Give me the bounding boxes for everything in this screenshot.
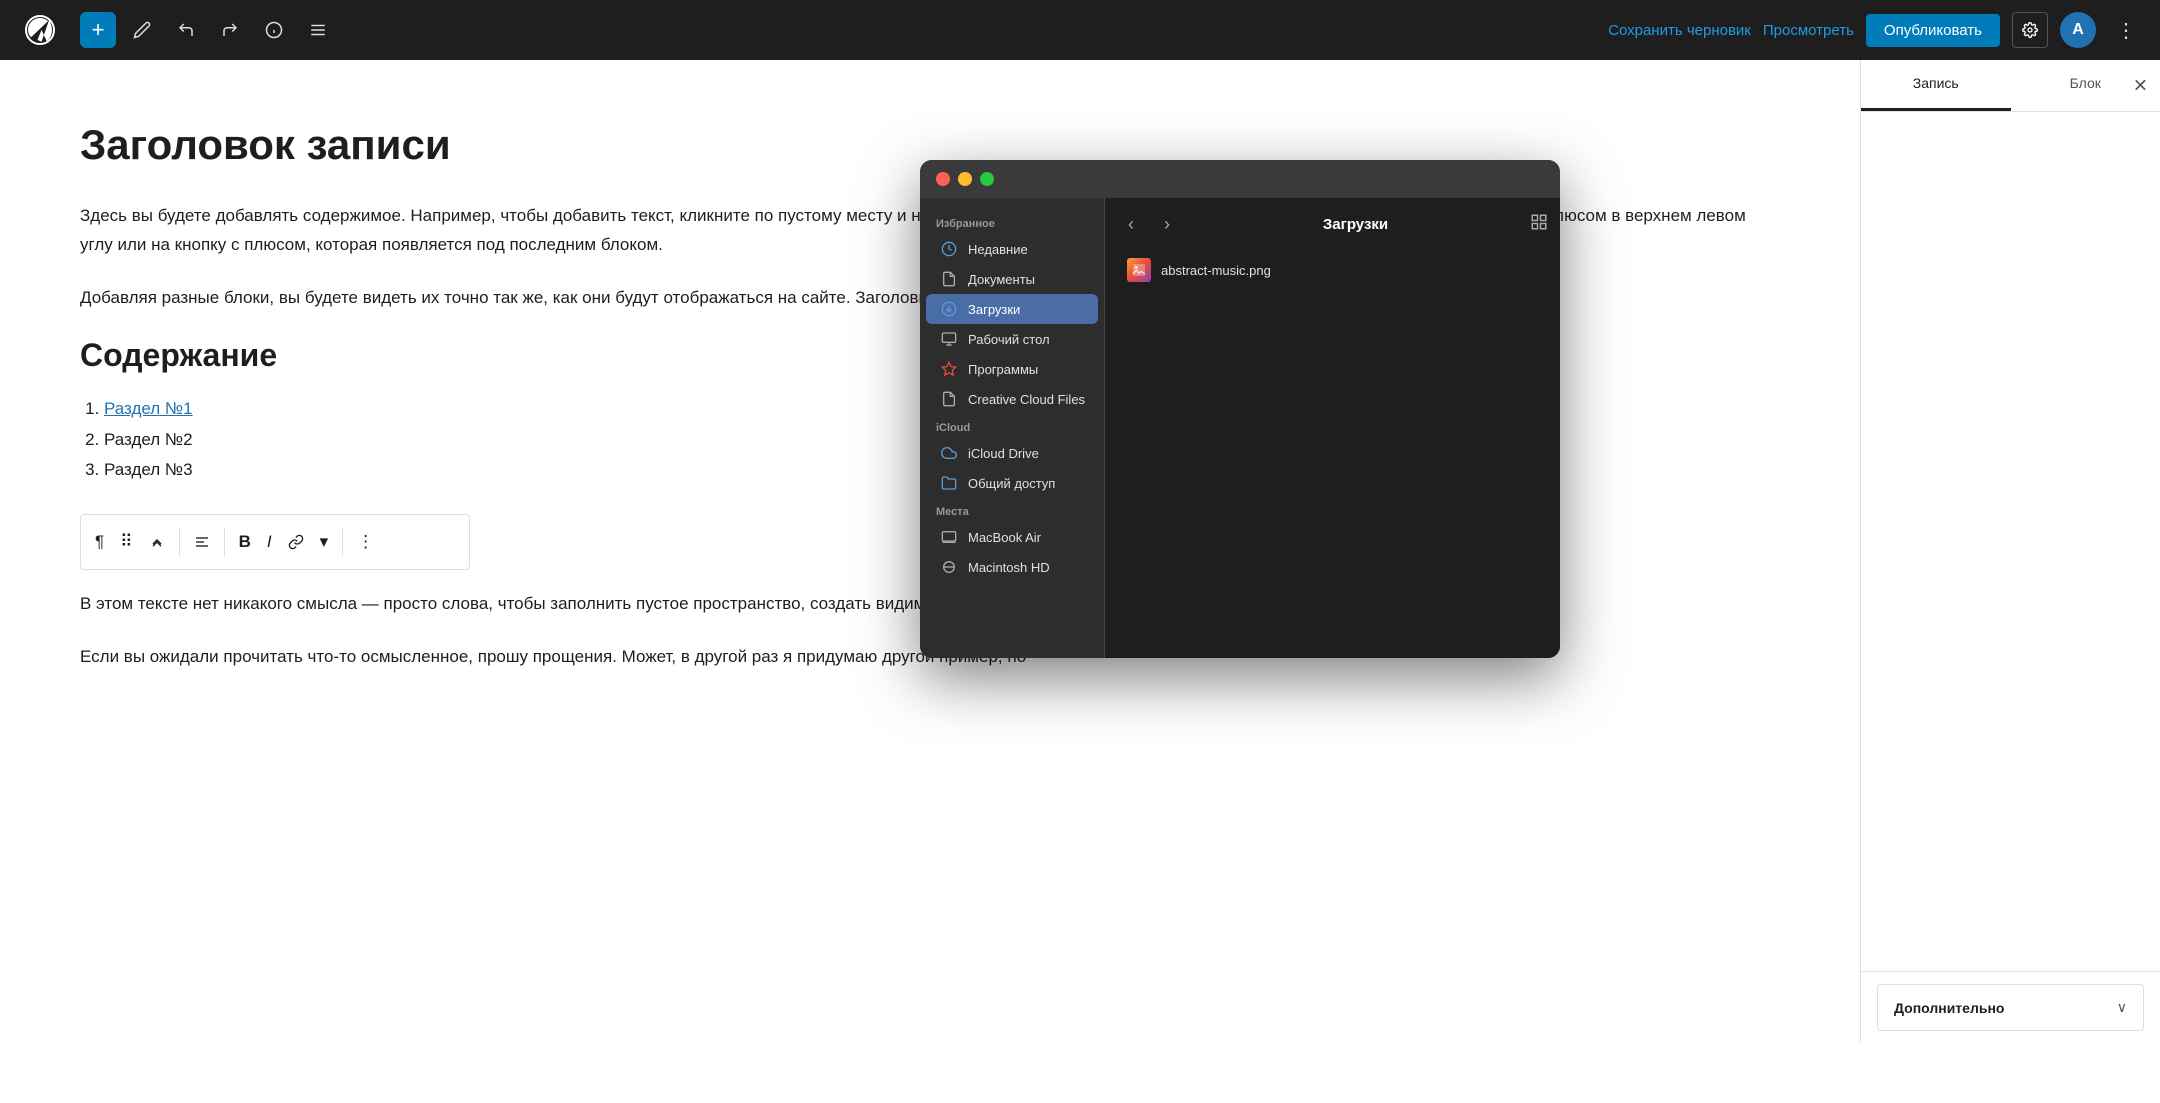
minimize-traffic-light[interactable] bbox=[958, 172, 972, 186]
icloud-drive-icon bbox=[940, 444, 958, 462]
toolbar-divider-1 bbox=[179, 528, 180, 556]
additional-section-header[interactable]: Дополнительно ∨ bbox=[1878, 985, 2143, 1030]
fd-item-macintosh[interactable]: Macintosh HD bbox=[926, 552, 1098, 582]
save-draft-button[interactable]: Сохранить черновик bbox=[1608, 22, 1751, 39]
more-inline-btn[interactable]: ▾ bbox=[314, 526, 335, 558]
additional-chevron-icon: ∨ bbox=[2117, 999, 2127, 1016]
toolbar-divider-3 bbox=[342, 528, 343, 556]
redo-button[interactable] bbox=[212, 12, 248, 48]
fd-shared-label: Общий доступ bbox=[968, 476, 1055, 491]
paragraph-icon-btn[interactable]: ¶ bbox=[89, 526, 110, 558]
fd-creative-cloud-text: Creative Cloud Files bbox=[968, 392, 1085, 407]
fd-desktop-label: Рабочий стол bbox=[968, 332, 1050, 347]
documents-icon bbox=[940, 270, 958, 288]
fd-icloud-drive-label: iCloud Drive bbox=[968, 446, 1039, 461]
fd-downloads-label: Загрузки bbox=[968, 302, 1020, 317]
fd-view-toggle-button[interactable] bbox=[1530, 213, 1548, 236]
fd-file-name: abstract-music.png bbox=[1161, 263, 1271, 278]
close-traffic-light[interactable] bbox=[936, 172, 950, 186]
fd-item-macbook[interactable]: MacBook Air bbox=[926, 522, 1098, 552]
list-view-button[interactable] bbox=[300, 12, 336, 48]
fd-item-shared[interactable]: Общий доступ bbox=[926, 468, 1098, 498]
file-dialog-sidebar: Избранное Недавние bbox=[920, 198, 1105, 658]
file-dialog-titlebar bbox=[920, 160, 1560, 198]
fd-files-list: abstract-music.png bbox=[1117, 250, 1548, 646]
block-toolbar: ¶ ⠿ B I bbox=[80, 514, 470, 570]
fd-back-button[interactable]: ‹ bbox=[1117, 210, 1145, 238]
fd-title: Загрузки bbox=[1189, 216, 1522, 233]
block-options-btn[interactable]: ⋮ bbox=[351, 526, 380, 558]
maximize-traffic-light[interactable] bbox=[980, 172, 994, 186]
fd-item-icloud-drive[interactable]: iCloud Drive bbox=[926, 438, 1098, 468]
additional-section-title: Дополнительно bbox=[1894, 1000, 2004, 1016]
apps-icon bbox=[940, 360, 958, 378]
sidebar-tabs: Запись Блок ✕ bbox=[1861, 60, 2160, 112]
settings-button[interactable] bbox=[2012, 12, 2048, 48]
move-btn[interactable] bbox=[143, 528, 171, 556]
fd-nav-bar: ‹ › Загрузки bbox=[1117, 210, 1548, 238]
fd-macbook-label: MacBook Air bbox=[968, 530, 1041, 545]
file-dialog-main: ‹ › Загрузки bbox=[1105, 198, 1560, 658]
file-dialog: Избранное Недавние bbox=[920, 160, 1560, 658]
preview-button[interactable]: Просмотреть bbox=[1763, 22, 1854, 39]
info-button[interactable] bbox=[256, 12, 292, 48]
fd-file-item[interactable]: abstract-music.png bbox=[1117, 250, 1548, 290]
fd-item-downloads[interactable]: Загрузки bbox=[926, 294, 1098, 324]
drag-handle-btn[interactable]: ⠿ bbox=[114, 526, 138, 558]
user-avatar-button[interactable]: A bbox=[2060, 12, 2096, 48]
pen-tool-button[interactable] bbox=[124, 12, 160, 48]
downloads-icon bbox=[940, 300, 958, 318]
fd-item-desktop[interactable]: Рабочий стол bbox=[926, 324, 1098, 354]
add-block-button[interactable]: + bbox=[80, 12, 116, 48]
publish-button[interactable]: Опубликовать bbox=[1866, 14, 2000, 47]
align-btn[interactable] bbox=[188, 528, 216, 556]
italic-btn[interactable]: I bbox=[261, 526, 278, 558]
file-dialog-overlay: Избранное Недавние bbox=[920, 160, 1560, 658]
bold-btn[interactable]: B bbox=[233, 526, 257, 558]
shared-icon bbox=[940, 474, 958, 492]
sidebar-additional-section: Дополнительно ∨ bbox=[1861, 971, 2160, 1043]
places-section-label: Места bbox=[920, 498, 1104, 522]
file-dialog-body: Избранное Недавние bbox=[920, 198, 1560, 658]
toc-link-1[interactable]: Раздел №1 bbox=[104, 399, 193, 418]
link-btn[interactable] bbox=[282, 528, 310, 556]
favorites-section-label: Избранное bbox=[920, 210, 1104, 234]
fd-item-recents[interactable]: Недавние bbox=[926, 234, 1098, 264]
macbook-icon bbox=[940, 528, 958, 546]
right-sidebar: Запись Блок ✕ Дополнительно ∨ bbox=[1860, 60, 2160, 1043]
toolbar-right: Сохранить черновик Просмотреть Опубликов… bbox=[1608, 12, 2144, 48]
more-options-button[interactable]: ⋮ bbox=[2108, 12, 2144, 48]
fd-item-documents[interactable]: Документы bbox=[926, 264, 1098, 294]
fd-file-thumbnail bbox=[1127, 258, 1151, 282]
fd-documents-label: Документы bbox=[968, 272, 1035, 287]
undo-button[interactable] bbox=[168, 12, 204, 48]
desktop-icon bbox=[940, 330, 958, 348]
recents-icon bbox=[940, 240, 958, 258]
fd-item-creative-cloud[interactable]: abstract-music.png Creative Cloud Files bbox=[926, 384, 1098, 414]
fd-forward-button[interactable]: › bbox=[1153, 210, 1181, 238]
fd-macintosh-label: Macintosh HD bbox=[968, 560, 1050, 575]
fd-recents-label: Недавние bbox=[968, 242, 1028, 257]
fd-item-apps[interactable]: Программы bbox=[926, 354, 1098, 384]
creative-cloud-icon bbox=[940, 390, 958, 408]
sidebar-content bbox=[1861, 112, 2160, 971]
wordpress-logo bbox=[16, 6, 64, 54]
tab-record[interactable]: Запись bbox=[1861, 60, 2011, 111]
sidebar-close-button[interactable]: ✕ bbox=[2133, 75, 2148, 96]
additional-section: Дополнительно ∨ bbox=[1877, 984, 2144, 1031]
macintosh-icon bbox=[940, 558, 958, 576]
main-toolbar: + Сохранить черновик bbox=[0, 0, 2160, 60]
toolbar-divider-2 bbox=[224, 528, 225, 556]
icloud-section-label: iCloud bbox=[920, 414, 1104, 438]
fd-apps-label: Программы bbox=[968, 362, 1038, 377]
